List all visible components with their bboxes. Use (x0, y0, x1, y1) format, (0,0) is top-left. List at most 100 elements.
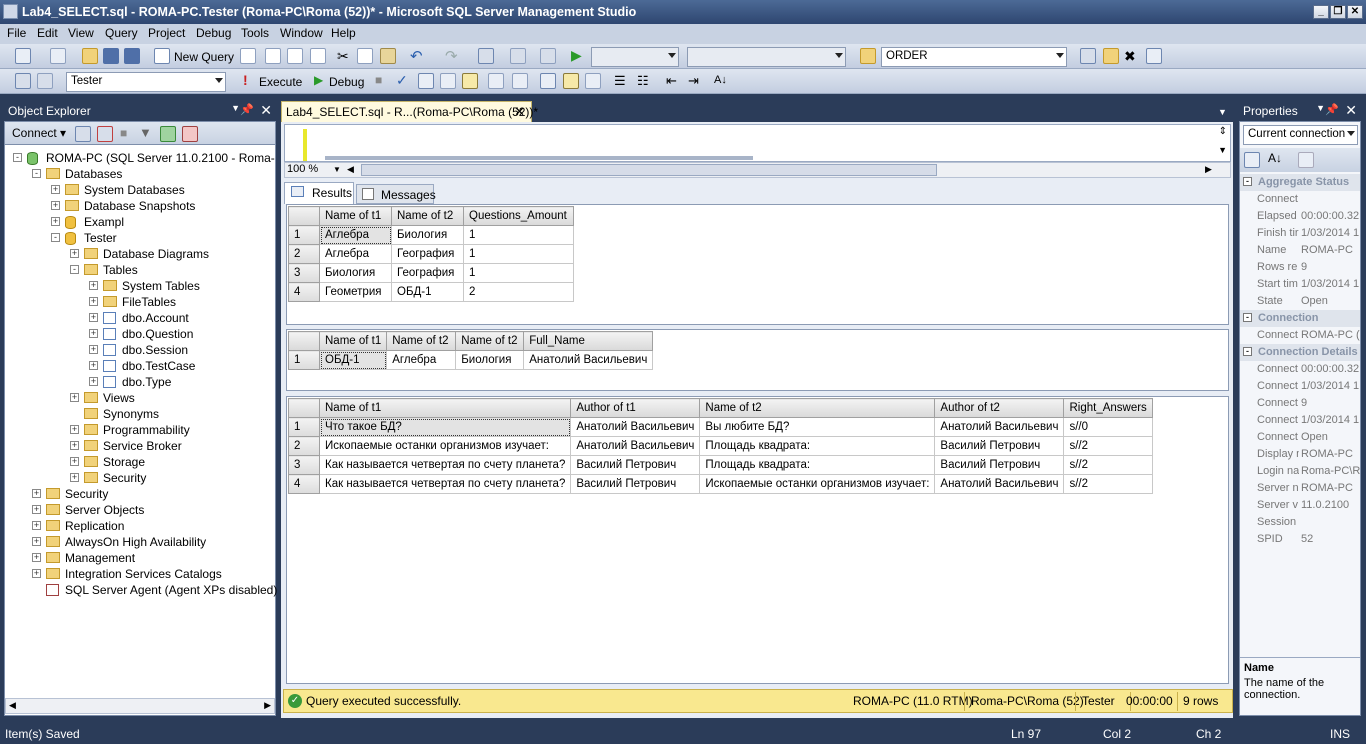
property-row[interactable]: Session (1240, 514, 1360, 531)
undo-icon[interactable]: ↶ (410, 47, 423, 65)
tree-node[interactable]: System Databases (84, 182, 185, 198)
menu-help[interactable]: Help (331, 26, 356, 40)
add-item-icon[interactable] (50, 48, 66, 64)
grid-corner[interactable] (288, 398, 320, 418)
tree-expander[interactable]: + (89, 313, 98, 322)
grid-cell[interactable]: s//2 (1063, 436, 1154, 456)
grid-cell[interactable]: Аглебра (386, 350, 457, 370)
tree-expander[interactable]: + (32, 553, 41, 562)
menu-edit[interactable]: Edit (37, 26, 58, 40)
grid-cell[interactable]: Анатолий Васильевич (570, 436, 701, 456)
column-header[interactable]: Name of t2 (455, 331, 525, 351)
tree-node[interactable]: dbo.Type (122, 374, 171, 390)
comment-icon[interactable]: ☰ (614, 73, 626, 89)
tree-expander[interactable]: + (32, 489, 41, 498)
tree-node[interactable]: dbo.Account (122, 310, 189, 326)
alphabetical-icon[interactable]: A↓ (1268, 151, 1282, 165)
grid-cell[interactable]: 1 (463, 225, 574, 245)
property-pages-icon[interactable] (1298, 152, 1314, 168)
split-icon[interactable]: ⇕ (1219, 126, 1227, 137)
tree-horizontal-scrollbar[interactable]: ◀ ▶ (5, 698, 275, 714)
grid-cell[interactable]: 1 (463, 244, 574, 264)
grid-cell[interactable]: Василий Петрович (570, 455, 701, 475)
tree-node[interactable]: Tester (84, 230, 117, 246)
property-category[interactable]: - Connection Details (1240, 344, 1360, 361)
save-all-icon[interactable] (124, 48, 140, 64)
collapse-category-icon[interactable]: - (1243, 177, 1252, 186)
tree-node[interactable]: AlwaysOn High Availability (65, 534, 206, 550)
row-number[interactable]: 4 (288, 282, 320, 302)
property-row[interactable]: SPID 52 (1240, 531, 1360, 548)
registered-servers-icon[interactable] (1080, 48, 1096, 64)
pin-icon[interactable]: 📌 (240, 103, 254, 116)
menu-view[interactable]: View (68, 26, 94, 40)
tree-node[interactable]: FileTables (122, 294, 176, 310)
editor-hscroll-thumb[interactable] (325, 156, 753, 160)
tree-node[interactable]: dbo.TestCase (122, 358, 195, 374)
grid-cell[interactable]: Аглебра (319, 244, 392, 264)
results-to-file-icon[interactable] (512, 73, 528, 89)
display-plan-icon[interactable] (418, 73, 434, 89)
zoom-dropdown[interactable]: 100 % (287, 163, 318, 175)
tree-expander[interactable]: + (70, 393, 79, 402)
column-header[interactable]: Name of t2 (386, 331, 457, 351)
property-row[interactable]: State Open (1240, 293, 1360, 310)
table-row[interactable]: 4 Геометрия ОБД-1 2 (288, 282, 574, 302)
grid-cell[interactable]: Как называется четвертая по счету планет… (318, 474, 572, 494)
tree-expander[interactable]: + (32, 505, 41, 514)
grid-cell[interactable]: Ископаемые останки организмов изучает: (318, 436, 572, 456)
find-in-files-icon[interactable] (860, 48, 876, 64)
column-header[interactable]: Full_Name (523, 331, 654, 351)
minimize-button[interactable]: _ (1313, 5, 1329, 19)
cancel-query-icon[interactable]: ■ (375, 73, 382, 87)
grid-cell[interactable]: География (391, 263, 464, 283)
collapse-category-icon[interactable]: - (1243, 313, 1252, 322)
tree-expander[interactable]: + (70, 457, 79, 466)
grid-cell[interactable]: Площадь квадрата: (699, 455, 936, 475)
navigate-back-icon[interactable] (478, 48, 494, 64)
column-header[interactable]: Right_Answers (1063, 398, 1154, 418)
scroll-down-icon[interactable]: ▼ (1218, 145, 1227, 155)
grid-cell[interactable]: s//2 (1063, 474, 1154, 494)
tree-expander[interactable]: + (89, 377, 98, 386)
platform-dropdown[interactable] (687, 47, 846, 67)
open-file-icon[interactable] (82, 48, 98, 64)
scroll-right-icon[interactable]: ▶ (1205, 164, 1212, 175)
tree-expander[interactable]: + (32, 521, 41, 530)
tree-expander[interactable]: + (70, 441, 79, 450)
redo-icon[interactable]: ↷ (445, 47, 458, 65)
menu-debug[interactable]: Debug (196, 26, 231, 40)
table-row[interactable]: 4 Как называется четвертая по счету плане… (288, 474, 1154, 494)
table-row[interactable]: 2 Ископаемые останки организмов изучает: А… (288, 436, 1154, 456)
grid-corner[interactable] (288, 206, 320, 226)
property-row[interactable]: Login na Roma-PC\Ro (1240, 463, 1360, 480)
grid-cell[interactable]: s//2 (1063, 455, 1154, 475)
hscroll-thumb[interactable] (361, 164, 937, 176)
grid-corner[interactable] (288, 331, 320, 351)
connect-icon[interactable] (15, 73, 31, 89)
tree-expander[interactable]: + (89, 345, 98, 354)
stop-icon[interactable]: ■ (120, 126, 127, 140)
grid-cell[interactable]: ОБД-1 (391, 282, 464, 302)
property-row[interactable]: Name ROMA-PC (1240, 242, 1360, 259)
result-table-1[interactable]: Name of t1 Name of t2 Questions_Amount 1 Агл… (288, 206, 574, 302)
tree-node[interactable]: Exampl (84, 214, 124, 230)
tree-expander[interactable]: + (70, 425, 79, 434)
column-header[interactable]: Name of t2 (699, 398, 936, 418)
close-button[interactable]: ✕ (1347, 5, 1363, 19)
close-tab-icon[interactable]: ✕ (514, 104, 525, 120)
property-category[interactable]: - Connection (1240, 310, 1360, 327)
results-grid-1[interactable]: Name of t1 Name of t2 Questions_Amount 1 Агл… (286, 204, 1229, 325)
tree-node[interactable]: Database Diagrams (103, 246, 209, 262)
property-row[interactable]: Connect 1/03/2014 1 (1240, 412, 1360, 429)
find-combo[interactable]: ORDER (881, 47, 1067, 67)
results-to-grid-icon[interactable] (462, 73, 478, 89)
tools-icon[interactable]: ✖ (1124, 48, 1136, 65)
table-row[interactable]: 3 Как называется четвертая по счету плане… (288, 455, 1154, 475)
include-plan-icon[interactable] (540, 73, 556, 89)
tree-node[interactable]: Synonyms (103, 406, 159, 422)
properties-object-dropdown[interactable]: Current connection (1243, 125, 1358, 145)
tree-node[interactable]: SQL Server Agent (Agent XPs disabled) (65, 582, 277, 598)
row-number[interactable]: 4 (288, 474, 320, 494)
navigate-forward-icon[interactable] (510, 48, 526, 64)
